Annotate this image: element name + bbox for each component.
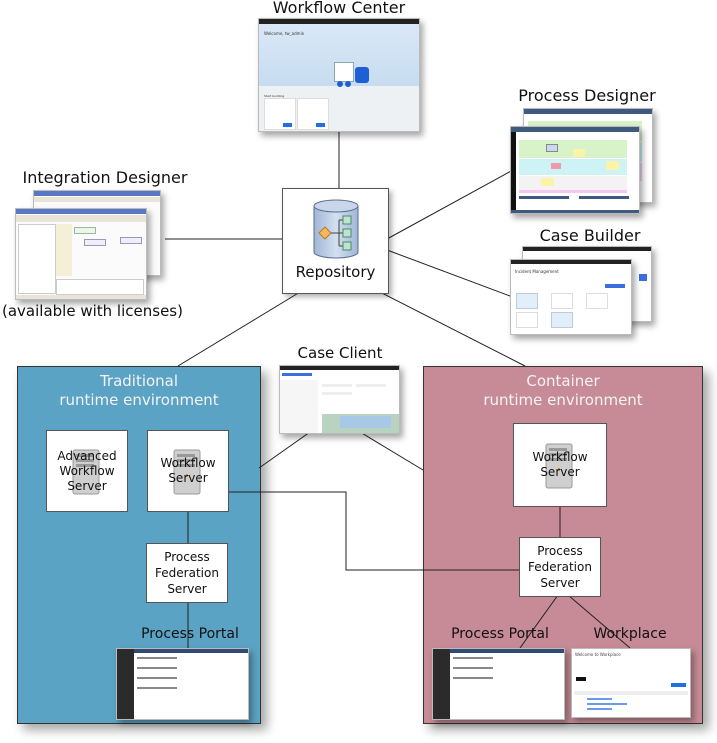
case-builder-title: Incident Management	[515, 269, 559, 274]
case-client-screenshot	[279, 365, 400, 434]
workflow-center-welcome: Welcome, tw_admin	[264, 31, 305, 36]
link-repo-case-builder	[386, 249, 511, 297]
link-caseclient-traditional	[258, 431, 311, 469]
node-text-line: Process	[537, 544, 583, 558]
link-caseclient-container	[359, 431, 424, 471]
node-text-line: Federation	[528, 560, 592, 574]
node-text-line: Server	[168, 471, 208, 485]
container-process-portal-label: Process Portal	[451, 626, 549, 642]
workflow-center-screenshot: Welcome, tw_admin Start building	[258, 18, 420, 132]
link-repo-process-designer	[386, 169, 514, 240]
link-repo-container	[379, 291, 526, 367]
node-text-line: Process	[164, 550, 210, 564]
container-process-federation-server-node: Process Federation Server	[519, 537, 601, 597]
database-icon	[313, 199, 358, 259]
case-client-label: Case Client	[297, 344, 383, 362]
traditional-workflow-server-node: Workflow Server	[147, 430, 229, 512]
node-text-line: Server	[540, 465, 580, 479]
node-text-line: Workflow	[532, 450, 588, 464]
workplace-screenshot: Welcome to Workplace	[571, 648, 691, 718]
traditional-process-federation-server-node: Process Federation Server	[146, 543, 228, 603]
workplace-screenshot-title: Welcome to Workplace	[575, 652, 621, 657]
node-text-line: Workflow	[59, 463, 115, 478]
workplace-label: Workplace	[593, 626, 667, 642]
workflow-center-card	[264, 98, 296, 130]
workflow-center-topbar	[259, 19, 419, 24]
node-text-line: Server	[67, 478, 107, 493]
container-process-portal-screenshot	[432, 648, 565, 720]
traditional-process-portal-screenshot	[116, 648, 249, 720]
container-workflow-server-node: Workflow Server	[513, 423, 607, 507]
workflow-center-label: Workflow Center	[272, 0, 406, 17]
workflow-center-card	[297, 98, 329, 130]
node-text-line: Federation	[155, 566, 219, 580]
integration-designer-label: Integration Designer	[22, 168, 188, 187]
node-text-line: Workflow	[160, 456, 216, 470]
link-ws-traditional-pfs-container	[228, 491, 519, 571]
traditional-process-portal-label: Process Portal	[141, 626, 239, 642]
repository-node: Repository	[282, 188, 389, 294]
node-text-line: Advanced	[57, 448, 117, 463]
case-builder-screenshot: Incident Management	[510, 259, 632, 335]
node-text-line: Server	[540, 576, 580, 590]
process-designer-screenshot	[510, 126, 640, 214]
link-repo-traditional	[177, 291, 301, 367]
integration-designer-screenshot	[15, 208, 147, 300]
process-designer-label: Process Designer	[518, 86, 656, 105]
workflow-center-illustration	[329, 57, 384, 87]
case-builder-label: Case Builder	[539, 226, 641, 245]
node-text-line: Server	[167, 582, 207, 596]
advanced-workflow-server-node: Advanced Workflow Server	[46, 430, 128, 512]
repository-label: Repository	[295, 263, 376, 281]
integration-designer-license-note: (available with licenses)	[2, 302, 183, 320]
